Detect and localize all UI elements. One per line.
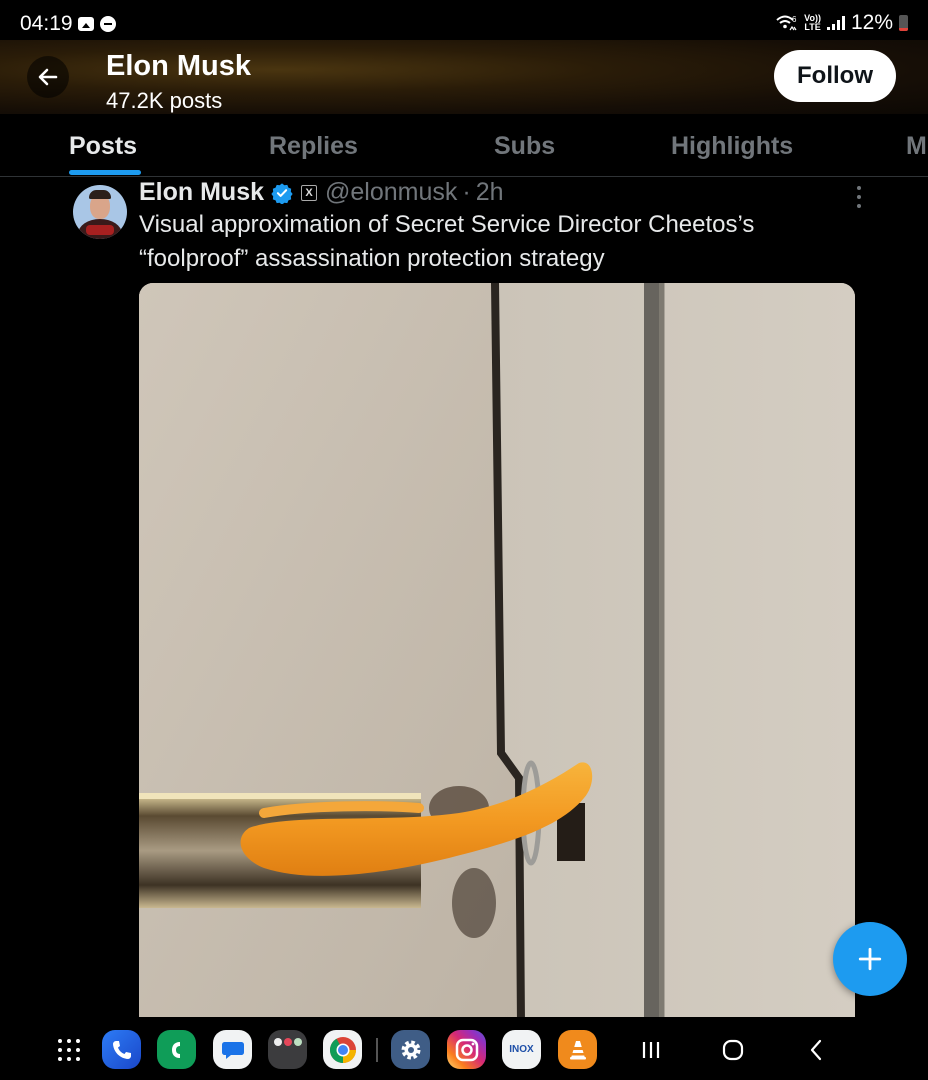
x-affiliate-badge-icon: X	[301, 184, 318, 201]
wifi-6-label: 6	[792, 15, 797, 24]
gallery-notification-icon	[78, 17, 94, 31]
tweet-handle[interactable]: @elonmusk	[325, 178, 457, 207]
instagram-app-icon[interactable]	[447, 1030, 486, 1069]
nav-back-button[interactable]	[801, 1035, 831, 1065]
back-button[interactable]	[27, 56, 69, 98]
tweet-timestamp[interactable]: 2h	[476, 178, 504, 207]
inox-app-icon[interactable]: INOX	[502, 1030, 541, 1069]
home-button[interactable]	[718, 1035, 748, 1065]
active-tab-indicator	[69, 170, 141, 175]
taskbar-divider	[376, 1038, 378, 1062]
tab-posts[interactable]: Posts	[69, 132, 137, 161]
avatar[interactable]	[73, 185, 127, 239]
inox-label: INOX	[509, 1044, 534, 1055]
status-bar: 04:19 6 Vo)) LTE 12%	[0, 0, 928, 40]
recents-button[interactable]	[636, 1035, 666, 1065]
more-dot-icon	[857, 195, 861, 199]
signal-icon	[826, 16, 845, 30]
arrow-left-icon	[38, 68, 58, 86]
chevron-left-icon	[810, 1039, 822, 1061]
folder-app-icon[interactable]	[268, 1030, 307, 1069]
status-left-icons	[78, 16, 116, 32]
chrome-app-icon[interactable]	[323, 1030, 362, 1069]
tweet-author-name[interactable]: Elon Musk	[139, 178, 264, 207]
tab-subs[interactable]: Subs	[494, 132, 555, 161]
tweet-header: Elon Musk X @elonmusk · 2h	[139, 178, 504, 207]
status-time: 04:19	[20, 12, 73, 35]
home-icon	[722, 1039, 744, 1061]
recents-icon	[642, 1042, 660, 1058]
tweet-text: Visual approximation of Secret Service D…	[139, 211, 755, 272]
tab-replies[interactable]: Replies	[269, 132, 358, 161]
tab-highlights[interactable]: Highlights	[671, 132, 793, 161]
profile-header: Elon Musk 47.2K posts Follow	[0, 40, 928, 114]
follow-button[interactable]: Follow	[774, 50, 896, 102]
phone-app-icon[interactable]	[102, 1030, 141, 1069]
vlc-app-icon[interactable]	[558, 1030, 597, 1069]
app-drawer-icon[interactable]	[58, 1039, 82, 1061]
battery-icon	[899, 15, 908, 31]
posts-count: 47.2K posts	[106, 88, 223, 113]
status-right-icons: 6 Vo)) LTE 12%	[776, 11, 908, 35]
tweet-media-photo[interactable]	[139, 283, 855, 1023]
do-not-disturb-icon	[100, 16, 116, 32]
call-app-icon[interactable]	[157, 1030, 196, 1069]
verified-badge-icon	[271, 182, 293, 204]
more-options-button[interactable]	[850, 186, 868, 208]
lte-label: LTE	[804, 22, 821, 32]
tweet-separator: ·	[462, 178, 471, 206]
cheeto-door-latch-image	[139, 283, 855, 1023]
settings-app-icon[interactable]	[391, 1030, 430, 1069]
battery-percent: 12%	[850, 11, 893, 34]
volte-indicator: Vo)) LTE	[804, 14, 821, 32]
profile-name: Elon Musk	[106, 50, 252, 82]
compose-post-button[interactable]	[833, 922, 907, 996]
plus-icon	[858, 947, 882, 971]
tab-media[interactable]: M	[906, 132, 927, 161]
more-dot-icon	[857, 186, 861, 190]
messages-app-icon[interactable]	[213, 1030, 252, 1069]
wifi-icon: 6	[776, 15, 797, 31]
android-taskbar: INOX	[0, 1017, 928, 1080]
profile-tabs: Posts Replies Subs Highlights M	[0, 114, 928, 177]
